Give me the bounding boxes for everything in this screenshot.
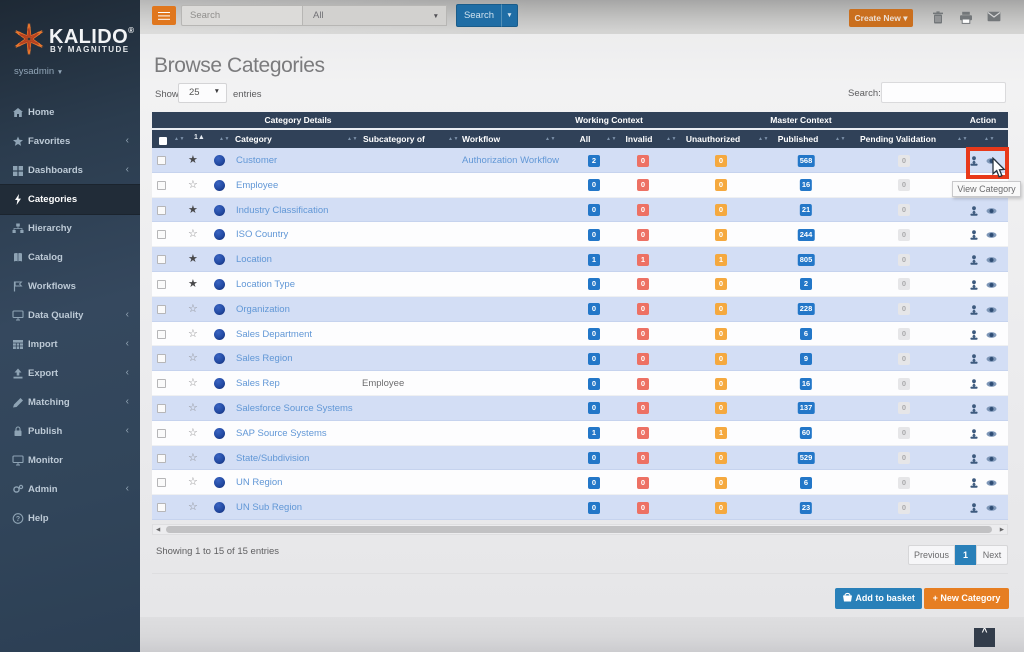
svg-text:?: ? [16, 516, 20, 523]
